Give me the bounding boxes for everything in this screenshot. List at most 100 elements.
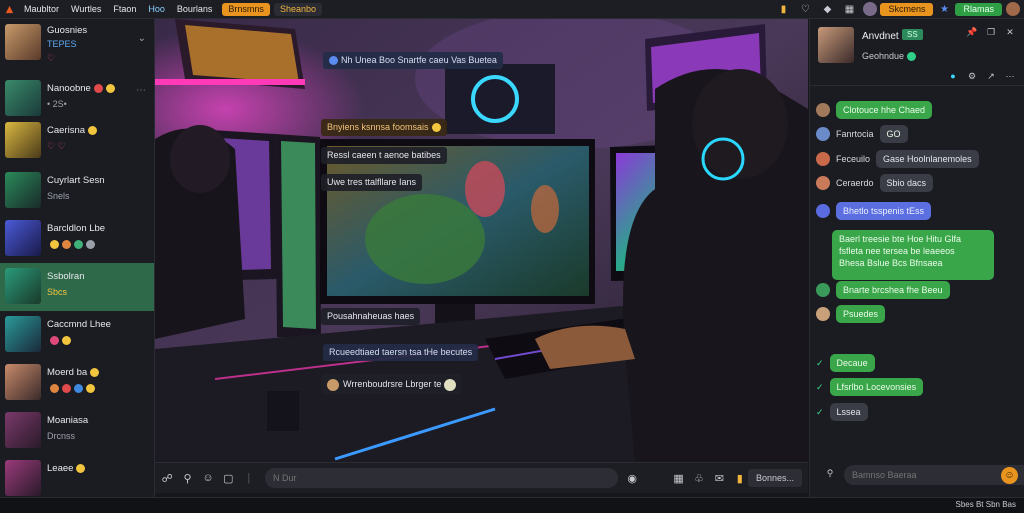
sender-name: Ceraerdo <box>836 178 874 188</box>
overlay-message-4[interactable]: Pousahnaheuas haes <box>321 308 421 325</box>
contact-item-3[interactable]: Cuyrlart Sesn Snels <box>0 167 154 215</box>
bell-icon[interactable]: ♧ <box>691 469 707 487</box>
chat-message-6[interactable]: Psuedes <box>810 303 886 325</box>
overlay-message-3[interactable]: Uwe tres ttalfllare Ians <box>321 174 423 191</box>
overlay-message-5[interactable]: Rcueedtiaed taersn tsa tHe becutes <box>323 344 479 361</box>
settings-icon[interactable]: ⚙ <box>965 71 979 83</box>
app-logo-icon[interactable] <box>0 0 18 18</box>
orange-action-button[interactable]: Skcmens <box>880 2 934 16</box>
contact-item-4[interactable]: Barcldlon Lbe <box>0 215 154 263</box>
calendar-icon[interactable]: ▦ <box>670 469 686 487</box>
overlay-message-0[interactable]: Nh Unea Boo Snartfe caeu Vas Buetea <box>323 52 503 69</box>
avatar <box>5 80 41 116</box>
overlay-message-2[interactable]: Ressl caeen t aenoe batibes <box>321 147 447 164</box>
nav-active-pill[interactable]: Brnsmns <box>222 2 270 16</box>
nav-item-1[interactable]: Wurtles <box>65 4 107 14</box>
send-icon[interactable]: ☺ <box>1001 467 1018 484</box>
contact-name: Ssbolran <box>47 271 85 282</box>
star-icon[interactable]: ★ <box>937 2 951 16</box>
chat-message-2[interactable]: Feceuilo Gase Hoolnlanemoles <box>810 148 979 170</box>
chat-message-1[interactable]: Fanrtocia GO <box>810 123 908 145</box>
more-icon[interactable]: ⋯ <box>1003 71 1017 83</box>
mic-icon[interactable]: ⚲ <box>179 469 195 487</box>
overlay-message-6[interactable]: Wrrenboudrsre Lbrger te <box>321 374 463 394</box>
contacts-sidebar: Guosnies TEPES ♡ ⌄ Nanoobne • 2S• ⋯ Caer… <box>0 19 155 498</box>
close-icon[interactable]: ✕ <box>1003 27 1017 39</box>
grid-icon[interactable]: ▦ <box>842 2 856 16</box>
avatar <box>327 378 339 391</box>
message-text: Rcueedtiaed taersn tsa tHe becutes <box>329 347 473 357</box>
add-icon[interactable]: ⚲ <box>823 468 837 480</box>
chat-message-0[interactable]: Clotouce hhe Chaed <box>810 99 933 121</box>
message-input-bar: ☍ ⚲ ☺ ▢ | ◉ ▦ ♧ ✉ ▮ Bonnes... <box>155 462 808 493</box>
emoji-icon <box>90 367 100 377</box>
message-input[interactable] <box>264 468 618 488</box>
chat-tag-badge: SS <box>902 29 923 40</box>
pin-icon[interactable]: 📌 <box>965 27 979 39</box>
message-bubble: Lssea <box>829 403 868 421</box>
chat-message-8[interactable]: ✓ Lfsrlbo Locevonsies <box>810 376 924 398</box>
chat-icon[interactable]: ✉ <box>711 469 727 487</box>
chat-message-4[interactable]: Bhetlo tsspenis tEss <box>810 200 932 222</box>
nav-item-3[interactable]: Hoo <box>142 4 171 14</box>
message-text: Ressl caeen t aenoe batibes <box>327 150 441 160</box>
chat-message-5[interactable]: Bnarte brcshea fhe Beeu <box>810 279 950 301</box>
chevron-down-icon[interactable]: ⌄ <box>138 33 146 44</box>
profile-avatar[interactable] <box>1006 2 1020 16</box>
avatar <box>816 176 830 190</box>
notification-icon[interactable]: ▮ <box>776 2 790 16</box>
heart-icon: ♡ <box>47 53 56 63</box>
chat-input[interactable] <box>844 465 1024 485</box>
contact-item-6[interactable]: Caccmnd Lhee <box>0 311 154 359</box>
avatar[interactable] <box>863 2 878 16</box>
gif-icon[interactable]: ▢ <box>220 469 236 487</box>
emoji-icon <box>329 56 338 66</box>
overlay-message-1[interactable]: Bnyiens ksnnsa foomsais <box>321 119 447 136</box>
message-bubble: Lfsrlbo Locevonsies <box>829 378 924 396</box>
nav-item-4[interactable]: Bourlans <box>171 4 219 14</box>
expand-icon[interactable]: ↗ <box>984 71 998 83</box>
message-bubble: Psuedes <box>836 305 886 323</box>
more-icon[interactable]: ⋯ <box>136 85 146 96</box>
diamond-icon[interactable]: ◆ <box>820 2 834 16</box>
emoji-row <box>47 383 95 394</box>
chat-message-3[interactable]: Ceraerdo Sbio dacs <box>810 172 934 194</box>
green-action-button[interactable]: Rlamas <box>955 2 1002 16</box>
contact-subtitle: Sbcs <box>47 287 68 297</box>
avatar <box>5 412 41 448</box>
chat-message-long[interactable]: Baerl treesie bte Hoe Hitu Glfa fsfleta … <box>832 230 994 280</box>
contact-item-5[interactable]: Ssbolran Sbcs <box>0 263 154 311</box>
contact-item-1[interactable]: Nanoobne • 2S• ⋯ <box>0 75 154 123</box>
camera-icon[interactable]: ◉ <box>624 469 640 487</box>
attach-icon[interactable]: ☍ <box>159 469 175 487</box>
chat-message-9[interactable]: ✓ Lssea <box>810 401 868 423</box>
emoji-icon <box>76 463 86 473</box>
heart-icon[interactable]: ♡ <box>798 2 812 16</box>
nav-pill-secondary[interactable]: Sheanbo <box>273 2 322 16</box>
emoji-icon <box>74 384 83 394</box>
badge-icon[interactable]: ▮ <box>732 469 748 487</box>
copy-icon[interactable]: ❐ <box>984 27 998 39</box>
avatar[interactable] <box>818 27 854 63</box>
contact-item-9[interactable]: Leaee <box>0 455 154 503</box>
avatar <box>444 378 457 391</box>
emoji-icon[interactable]: ☺ <box>200 469 216 487</box>
contact-item-7[interactable]: Moerd ba <box>0 359 154 407</box>
contact-name: Moaniasa <box>47 415 89 426</box>
chat-message-7[interactable]: ✓ Decaue <box>810 352 875 374</box>
nav-item-2[interactable]: Ftaon <box>107 4 142 14</box>
contact-item-8[interactable]: Moaniasa Drcnss <box>0 407 154 455</box>
contact-item-0[interactable]: Guosnies TEPES ♡ ⌄ <box>0 19 154 67</box>
divider-icon: | <box>247 472 251 484</box>
send-button[interactable]: Bonnes... <box>747 469 802 487</box>
avatar <box>5 364 41 400</box>
message-bubble: Gase Hoolnlanemoles <box>876 150 979 168</box>
avatar <box>5 220 41 256</box>
nav-item-0[interactable]: Maubltor <box>18 4 65 14</box>
message-bubble: Bnarte brcshea fhe Beeu <box>836 281 950 299</box>
status-text: Sbes Bt Sbn Bas <box>955 500 1016 509</box>
emoji-icon <box>431 123 441 133</box>
emoji-icon <box>50 336 59 346</box>
avatar <box>816 103 830 117</box>
contact-item-2[interactable]: Caerisna ♡ ♡ <box>0 117 154 165</box>
